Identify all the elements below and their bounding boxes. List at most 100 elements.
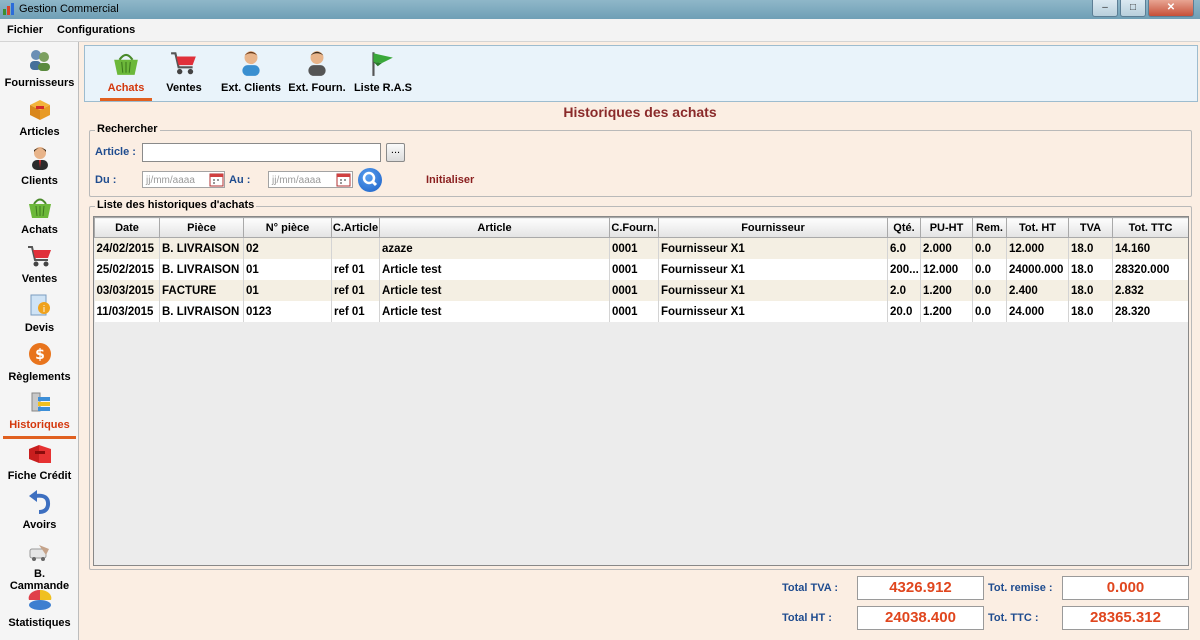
- tab-ventes[interactable]: Ventes: [163, 48, 205, 98]
- table-cell: Fournisseur X1: [658, 280, 888, 301]
- total-tva-label: Total TVA :: [782, 582, 839, 594]
- sidebar-item-ventes[interactable]: Ventes: [3, 242, 76, 290]
- table-cell: 0001: [609, 280, 659, 301]
- table-row[interactable]: 11/03/2015 B. LIVRAISON 0123 ref 01 Article …: [94, 301, 1188, 322]
- history-table[interactable]: Date Pièce N° pièce C.Article Article C.…: [93, 216, 1189, 566]
- table-row[interactable]: 03/03/2015 FACTURE 01 ref 01 Article test 000…: [94, 280, 1188, 301]
- table-cell: Fournisseur X1: [658, 259, 888, 280]
- sidebar-item-articles[interactable]: Articles: [3, 95, 76, 143]
- sidebar-item-fournisseurs[interactable]: Fournisseurs: [3, 46, 76, 94]
- column-header[interactable]: Tot. TTC: [1112, 217, 1188, 238]
- sidebar-item-devis[interactable]: i Devis: [3, 291, 76, 339]
- maximize-button[interactable]: □: [1120, 0, 1146, 17]
- credit-icon: [29, 445, 51, 463]
- column-header[interactable]: Qté.: [887, 217, 921, 238]
- suppliers-icon: [30, 50, 50, 71]
- table-cell: 0123: [243, 301, 332, 322]
- table-cell: Fournisseur X1: [658, 301, 888, 322]
- column-header[interactable]: TVA: [1068, 217, 1113, 238]
- total-remise-value: 0.000: [1062, 576, 1189, 600]
- sidebar-item-label: Achats: [21, 224, 58, 236]
- column-header[interactable]: C.Fourn.: [609, 217, 659, 238]
- sidebar-item-label: Clients: [21, 175, 58, 187]
- basket-icon: [114, 53, 138, 75]
- column-header[interactable]: Fournisseur: [658, 217, 888, 238]
- sidebar-item-avoirs[interactable]: Avoirs: [3, 488, 76, 536]
- table-cell: [331, 237, 380, 259]
- sidebar-item-bon-commande[interactable]: B. Cammande: [3, 537, 76, 592]
- quote-icon: i: [30, 294, 50, 316]
- table-cell: 24.000: [1006, 301, 1069, 322]
- table-cell: 18.0: [1068, 280, 1113, 301]
- table-cell: Article test: [379, 259, 610, 280]
- sidebar-item-historiques[interactable]: Historiques: [3, 388, 76, 439]
- stats-icon: [28, 589, 52, 610]
- menu-configurations[interactable]: Configurations: [57, 24, 135, 36]
- tab-label: Liste R.A.S: [353, 82, 413, 94]
- table-cell: 28320.000: [1112, 259, 1188, 280]
- table-cell: 24000.000: [1006, 259, 1069, 280]
- table-cell: 25/02/2015: [94, 259, 160, 280]
- au-label: Au :: [229, 174, 251, 186]
- table-cell: ref 01: [331, 280, 380, 301]
- table-row[interactable]: 25/02/2015 B. LIVRAISON 01 ref 01 Article te…: [94, 259, 1188, 280]
- sidebar-item-reglements[interactable]: $ Règlements: [3, 340, 76, 388]
- article-input[interactable]: [142, 143, 381, 162]
- table-row[interactable]: 24/02/2015 B. LIVRAISON 02 azaze 0001 Fournis…: [94, 237, 1188, 259]
- sidebar-item-clients[interactable]: Clients: [3, 144, 76, 192]
- table-cell: B. LIVRAISON: [159, 237, 244, 259]
- calendar-icon[interactable]: [209, 172, 224, 187]
- sidebar-item-label: Statistiques: [8, 617, 71, 629]
- table-cell: 12.000: [920, 259, 973, 280]
- table-cell: 0.0: [972, 237, 1007, 259]
- tab-ext-clients[interactable]: Ext. Clients: [220, 48, 282, 98]
- table-cell: 01: [243, 259, 332, 280]
- sidebar-item-label: Devis: [24, 322, 55, 334]
- reset-link[interactable]: Initialiser: [426, 174, 474, 186]
- table-cell: 0001: [609, 301, 659, 322]
- column-header[interactable]: C.Article: [331, 217, 380, 238]
- search-fieldset: Rechercher: [89, 123, 1192, 197]
- table-cell: 0.0: [972, 280, 1007, 301]
- table-cell: ref 01: [331, 301, 380, 322]
- window-title: Gestion Commercial: [19, 3, 119, 15]
- column-header[interactable]: Article: [379, 217, 610, 238]
- article-label: Article :: [95, 146, 136, 158]
- search-legend: Rechercher: [95, 123, 160, 135]
- table-cell: 01: [243, 280, 332, 301]
- column-header[interactable]: Pièce: [159, 217, 244, 238]
- title-bar: Gestion Commercial – □ ✕: [0, 0, 1200, 19]
- basket-icon: [29, 198, 51, 218]
- sidebar-item-fiche-credit[interactable]: Fiche Crédit: [3, 439, 76, 487]
- table-cell: 18.0: [1068, 237, 1113, 259]
- menu-fichier[interactable]: Fichier: [7, 24, 43, 36]
- column-header[interactable]: N° pièce: [243, 217, 332, 238]
- table-cell: B. LIVRAISON: [159, 259, 244, 280]
- flag-icon: [372, 52, 393, 76]
- calendar-icon[interactable]: [336, 172, 351, 187]
- dollar-icon: $: [29, 343, 51, 365]
- tab-achats[interactable]: Achats: [100, 48, 152, 101]
- table-cell: 28.320: [1112, 301, 1188, 322]
- column-header[interactable]: Tot. HT: [1006, 217, 1069, 238]
- search-button[interactable]: [358, 168, 382, 192]
- tab-ext-fourn[interactable]: Ext. Fourn.: [288, 48, 346, 98]
- history-icon: [31, 392, 50, 412]
- table-cell: 1.200: [920, 301, 973, 322]
- sidebar-item-label: Fiche Crédit: [7, 470, 72, 482]
- minimize-button[interactable]: –: [1092, 0, 1118, 17]
- table-cell: azaze: [379, 237, 610, 259]
- table-cell: 14.160: [1112, 237, 1188, 259]
- menu-bar: Fichier Configurations: [0, 19, 1200, 42]
- sidebar-item-statistiques[interactable]: Statistiques: [3, 586, 76, 634]
- tab-liste-ras[interactable]: Liste R.A.S: [353, 48, 413, 98]
- column-header[interactable]: Rem.: [972, 217, 1007, 238]
- total-ttc-value: 28365.312: [1062, 606, 1189, 630]
- column-header[interactable]: PU-HT: [920, 217, 973, 238]
- sidebar-item-achats[interactable]: Achats: [3, 193, 76, 241]
- browse-article-button[interactable]: ...: [386, 143, 405, 162]
- close-button[interactable]: ✕: [1148, 0, 1194, 17]
- du-label: Du :: [95, 174, 117, 186]
- column-header[interactable]: Date: [94, 217, 160, 238]
- table-cell: Fournisseur X1: [658, 237, 888, 259]
